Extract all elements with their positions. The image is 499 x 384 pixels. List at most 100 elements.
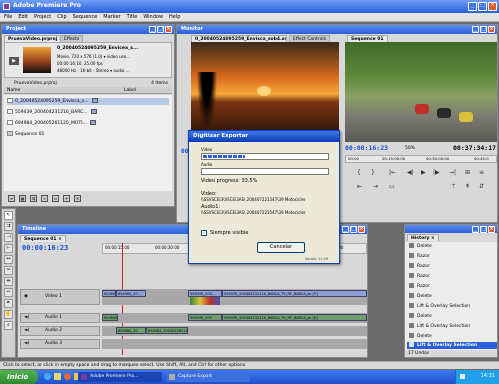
history-item[interactable]: Razor (407, 253, 497, 260)
icon-view-icon[interactable]: ▦ (19, 195, 26, 202)
zoom-select[interactable]: 50% (405, 146, 415, 151)
list-view-icon[interactable]: ≡ (8, 195, 15, 202)
go-to-in-icon[interactable]: |← (389, 169, 396, 176)
desktop-icon[interactable] (54, 373, 61, 380)
always-visible-checkbox[interactable]: ✓ (201, 230, 207, 236)
column-name[interactable]: Name (7, 87, 20, 94)
history-item[interactable]: Razor (407, 273, 497, 280)
export-cancel-button[interactable]: Cancelar (257, 242, 305, 253)
app-maximize-button[interactable]: □ (478, 2, 487, 11)
zoom-tool[interactable]: ⌕ (4, 321, 13, 330)
timeline-close-button[interactable]: × (358, 226, 365, 233)
history-maximize-button[interactable]: □ (480, 226, 487, 233)
media-icon[interactable] (64, 373, 71, 380)
menu-edit[interactable]: Edit (18, 13, 28, 21)
menu-file[interactable]: File (4, 13, 12, 21)
history-item-selected[interactable]: Lift & Overlay Selection (407, 342, 497, 349)
speaker-icon[interactable]: ◄) (24, 328, 29, 333)
video-clip[interactable]: 559439_200... (188, 290, 222, 297)
video-clip[interactable]: 902606_2004... (102, 290, 116, 297)
rolling-edit-tool[interactable]: ⊢ (4, 244, 13, 253)
new-bin-icon[interactable]: ▭ (52, 195, 59, 202)
menu-clip[interactable]: Clip (57, 13, 66, 21)
tab-timeline-sequence[interactable]: Sequence 01 × (20, 235, 66, 242)
project-close-button[interactable]: × (165, 26, 172, 33)
ripple-edit-tool[interactable]: ⊣ (4, 233, 13, 242)
app-close-button[interactable]: × (488, 2, 497, 11)
audio-clip[interactable]: 559439_200 (188, 314, 222, 321)
ie-icon[interactable] (44, 373, 51, 380)
history-item[interactable]: Lift & Overlay Selection (407, 323, 497, 330)
audio-clip[interactable]: 902606_2 (102, 314, 118, 321)
menu-help[interactable]: Help (169, 13, 180, 21)
selection-tool[interactable]: ↖ (4, 211, 13, 220)
go-to-out-icon[interactable]: →| (449, 169, 456, 176)
extract-icon[interactable]: ⇞ (465, 183, 470, 190)
menu-project[interactable]: Project (34, 13, 51, 21)
video-clip[interactable]: 694984_20... (116, 290, 146, 297)
list-item[interactable]: Sequence 01 (7, 131, 169, 138)
tab-effects[interactable]: Effects (60, 35, 84, 42)
history-close-button[interactable]: × (488, 226, 495, 233)
menu-marker[interactable]: Marker (103, 13, 120, 21)
mark-in-icon[interactable]: { (357, 169, 361, 176)
mark-out-icon[interactable]: } (371, 169, 375, 176)
slip-tool[interactable]: ⇹ (4, 277, 13, 286)
history-item[interactable]: Delete (407, 313, 497, 320)
timeline-timecode[interactable]: 00:00:16:23 (22, 244, 68, 252)
menu-sequence[interactable]: Sequence (73, 13, 98, 21)
loop-icon[interactable]: ▭ (389, 183, 395, 190)
tab-effect-controls[interactable]: Effect Controls (289, 35, 330, 42)
slide-tool[interactable]: ⇿ (4, 288, 13, 297)
task-capture-export[interactable]: Capture Export (166, 372, 250, 382)
tab-source[interactable]: 0_20040524095259_Envisca_sob4.avi (191, 35, 287, 42)
audio-clip[interactable]: 559439_200404231216_BARCA_TV_RF_BARCA_ac… (222, 314, 367, 321)
task-premiere[interactable]: Adobe Premiere Pro... (78, 372, 162, 382)
timeline-maximize-button[interactable]: □ (350, 226, 357, 233)
step-forward-icon[interactable]: |▶ (433, 169, 440, 176)
start-button[interactable]: Inicio (0, 370, 38, 384)
rate-stretch-tool[interactable]: ↔ (4, 255, 13, 264)
list-item[interactable]: 694984_200405261120_MOTI... (7, 120, 169, 127)
menu-window[interactable]: Window (143, 13, 163, 21)
hand-tool[interactable]: ✋ (4, 310, 13, 319)
track-select-tool[interactable]: ⇉ (4, 222, 13, 231)
audio-clip[interactable]: 694984_2004052611120_M (146, 327, 188, 334)
output-icon[interactable]: ≡ (479, 169, 484, 176)
lift-icon[interactable]: ⇡ (451, 183, 456, 190)
speaker-icon[interactable]: ◄) (24, 315, 29, 320)
menu-title[interactable]: Title (127, 13, 138, 21)
monitor-close-button[interactable]: × (488, 26, 495, 33)
speaker-icon[interactable]: ◄) (24, 341, 29, 346)
razor-tool[interactable]: ✂ (4, 266, 13, 275)
trim-icon[interactable]: ⇵ (479, 183, 484, 190)
project-minimize-button[interactable]: _ (149, 26, 156, 33)
jog-left-icon[interactable]: ⇤ (357, 183, 362, 190)
history-item[interactable]: Razor (407, 263, 497, 270)
sequence-timecode[interactable]: 00:00:16:23 (345, 144, 388, 152)
tray-icon[interactable] (460, 374, 465, 379)
step-back-icon[interactable]: ◀| (407, 169, 414, 176)
play-icon[interactable]: ▶ (421, 169, 426, 176)
app-minimize-button[interactable]: _ (468, 2, 477, 11)
safe-margins-icon[interactable]: ⊞ (465, 169, 470, 176)
track-lane-audio-3[interactable] (102, 339, 367, 349)
clear-icon[interactable]: ✕ (74, 195, 81, 202)
video-clip[interactable]: 559439_200404231216_BARCA_TV_RF_BARCA_ac… (222, 290, 367, 297)
find-icon[interactable]: ⌕ (41, 195, 48, 202)
pen-tool[interactable]: ✒ (4, 299, 13, 308)
history-item[interactable]: Delete (407, 243, 497, 250)
list-item[interactable]: 559439_200404231216_BARC... (7, 109, 169, 116)
automate-icon[interactable]: ⇶ (30, 195, 37, 202)
tab-sequence-01[interactable]: Sequence 01 (347, 35, 388, 42)
tab-history[interactable]: History × (407, 234, 439, 241)
monitor-maximize-button[interactable]: □ (480, 26, 487, 33)
always-visible-label[interactable]: Siempre visible (210, 230, 248, 236)
shuttle-icon[interactable]: ⇥ (373, 183, 378, 190)
column-label[interactable]: Label (124, 87, 136, 94)
history-item[interactable]: Lift & Overlay Selection (407, 303, 497, 310)
monitor-minimize-button[interactable]: _ (472, 26, 479, 33)
history-item[interactable]: Delete (407, 293, 497, 300)
timeline-minimize-button[interactable]: _ (342, 226, 349, 233)
history-item[interactable]: Delete (407, 333, 497, 340)
